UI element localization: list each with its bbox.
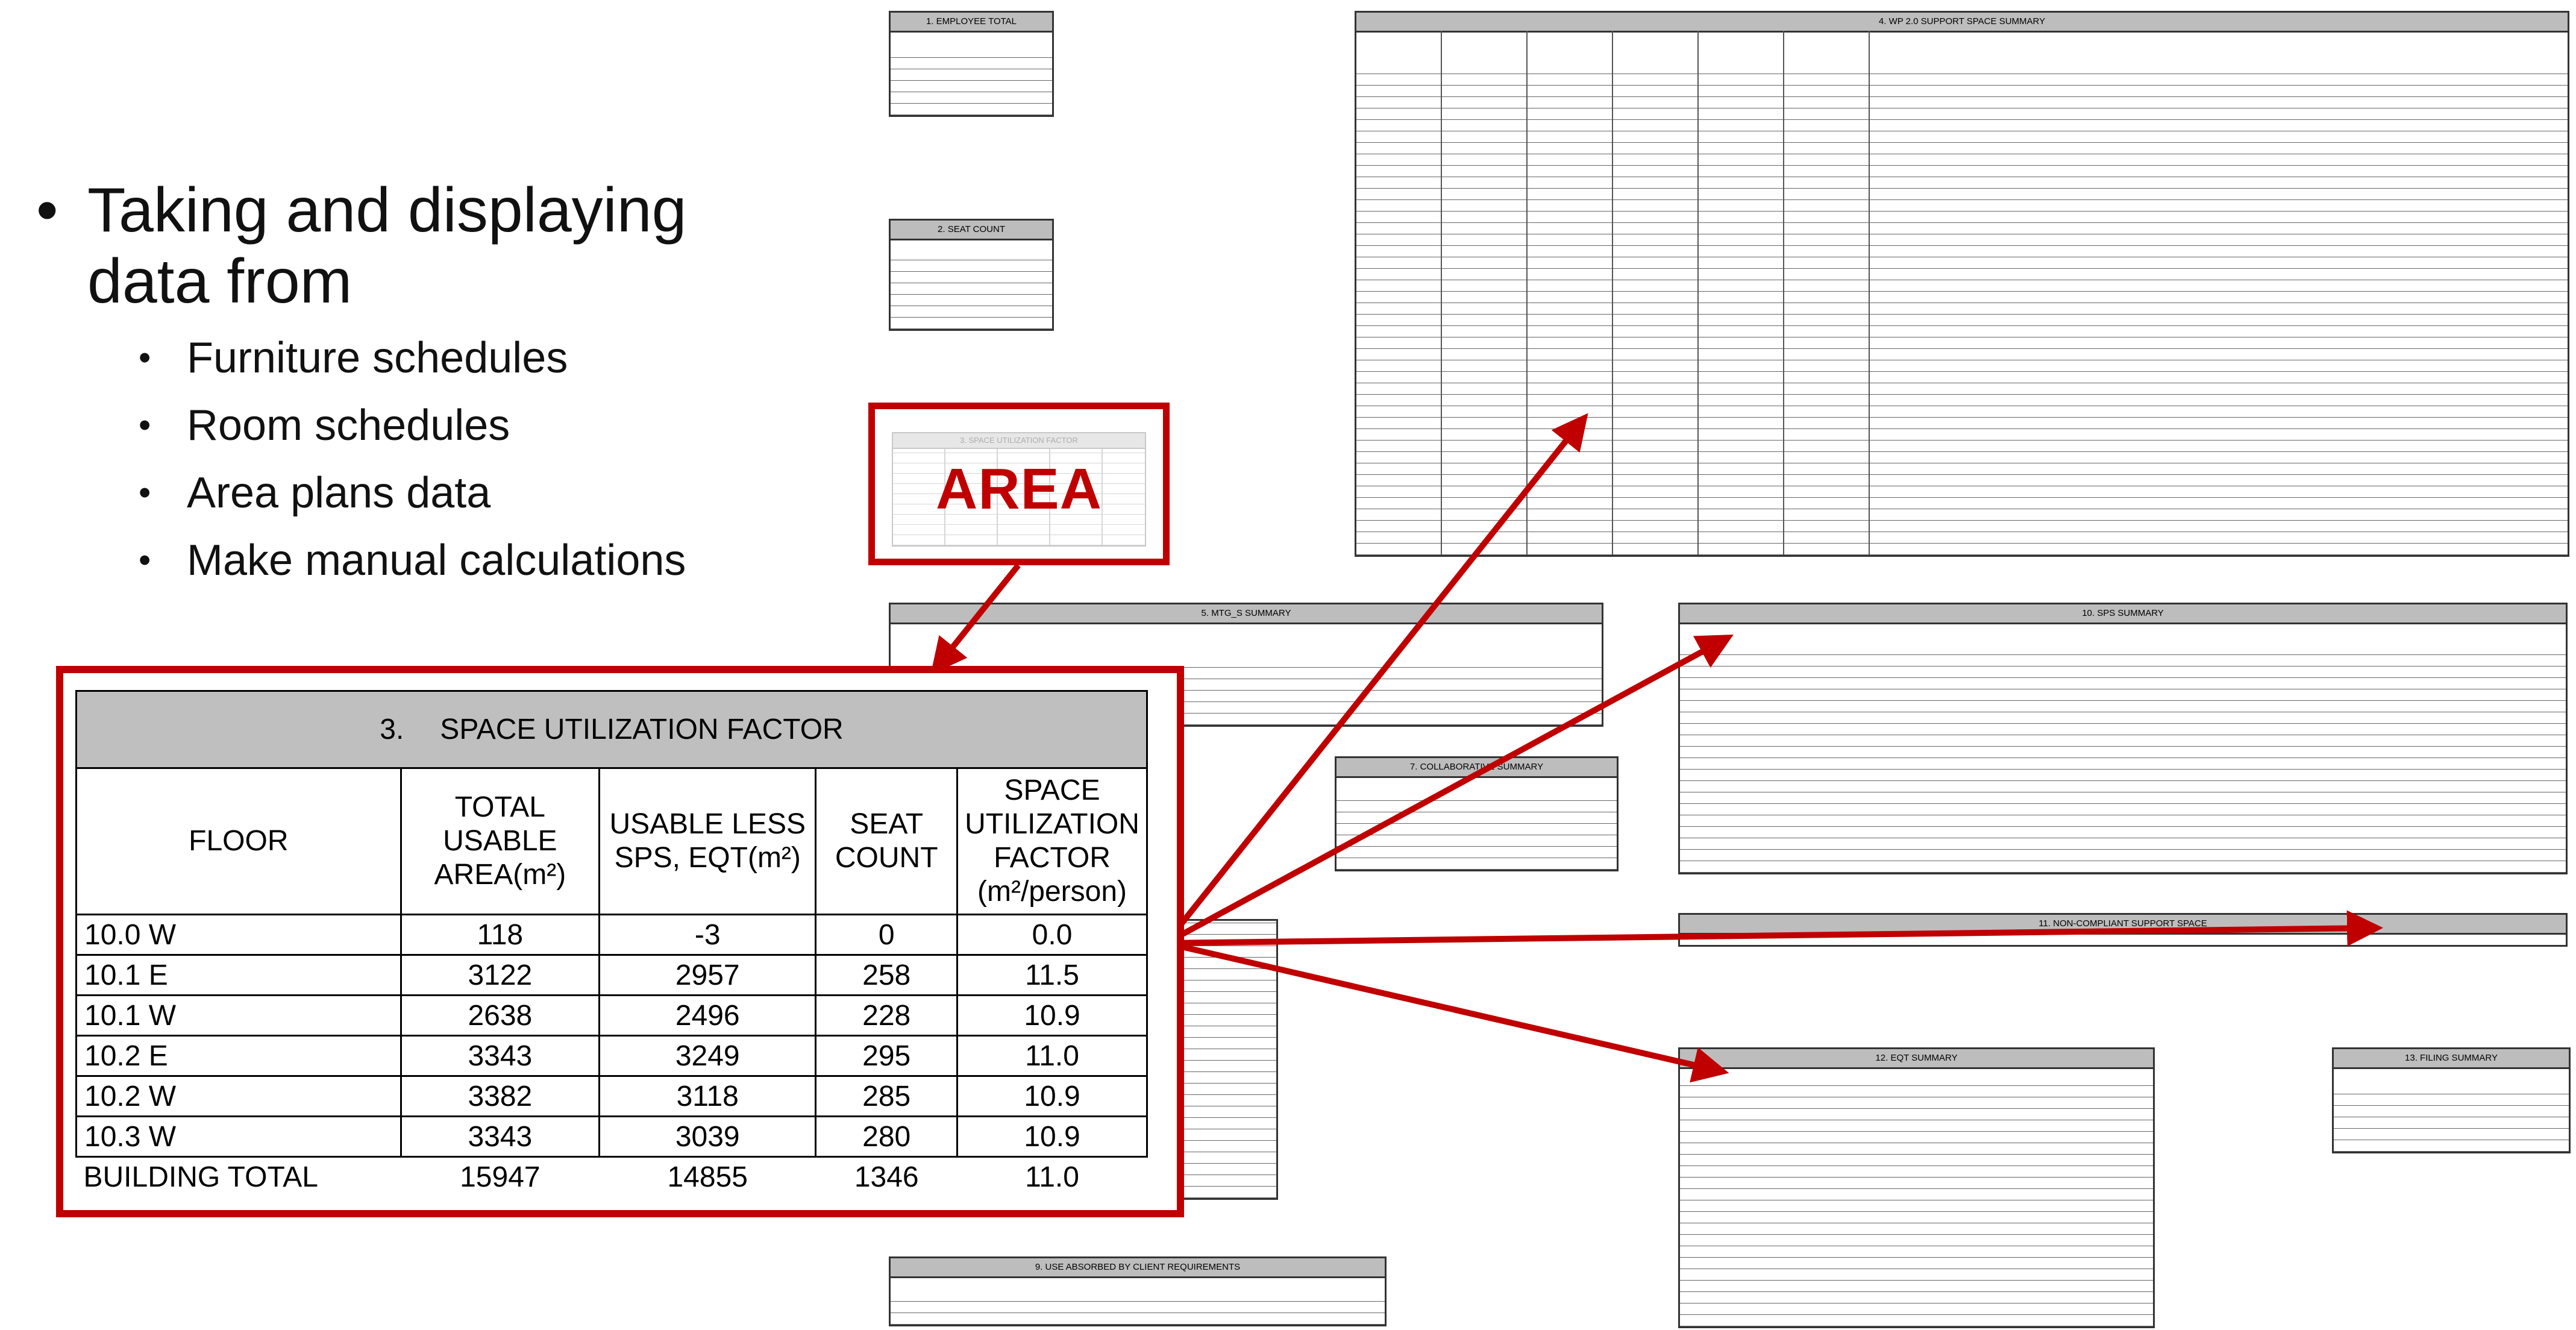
cell-floor: 10.2 E: [75, 1035, 402, 1077]
building-total-row: BUILDING TOTAL 15947 14855 1346 11.0: [77, 1157, 1147, 1197]
main-bullet-line2: data from: [87, 246, 353, 316]
use-absorbed-grid: [891, 1294, 1385, 1325]
filing-summary-title: 13. FILING SUMMARY: [2334, 1049, 2569, 1069]
eqt-summary-table: 12. EQT SUMMARY: [1678, 1047, 2155, 1328]
eqt-summary-title: 12. EQT SUMMARY: [1680, 1049, 2153, 1069]
employee-total-grid: [891, 49, 1052, 115]
mtg-summary-title: 5. MTG_S SUMMARY: [891, 604, 1602, 624]
table-title: 3. SPACE UTILIZATION FACTOR: [75, 690, 1148, 769]
cell-seat-count: 285: [815, 1075, 959, 1117]
table-title-text: SPACE UTILIZATION FACTOR: [440, 714, 844, 745]
cell-seat-count: 295: [815, 1035, 959, 1077]
sub-bullet-list: Furniture schedules Room schedules Area …: [36, 324, 747, 594]
table-row: 10.1 W 2638 2496 228 10.9: [75, 994, 1148, 1037]
space-utilization-table: 3. SPACE UTILIZATION FACTOR FLOOR TOTAL U…: [75, 690, 1148, 1196]
employee-total-table: 1. EMPLOYEE TOTAL: [889, 11, 1054, 117]
cell-factor: 11.0: [956, 1035, 1148, 1077]
total-seat-count: 1346: [854, 1161, 919, 1193]
employee-total-title: 1. EMPLOYEE TOTAL: [891, 13, 1052, 33]
area-callout: 3. SPACE UTILIZATION FACTOR AREA: [868, 403, 1170, 565]
wp-support-title: 4. WP 2.0 SUPPORT SPACE SUMMARY: [1356, 13, 2568, 33]
cell-total-usable: 118: [400, 914, 601, 956]
cell-factor: 10.9: [956, 1115, 1148, 1158]
bullet-list: Taking and displaying data from Furnitur…: [36, 175, 747, 594]
cell-factor: 10.9: [956, 994, 1148, 1037]
seat-count-title: 2. SEAT COUNT: [891, 221, 1052, 240]
cell-total-usable: 3122: [400, 954, 601, 996]
cell-factor: 10.9: [956, 1075, 1148, 1117]
eqt-summary-grid: [1680, 1085, 2153, 1326]
table-row: 10.3 W 3343 3039 280 10.9: [75, 1115, 1148, 1158]
total-usable-area: 15947: [460, 1161, 541, 1193]
collab-summary-table: 7. COLLABORATIVE SUMMARY: [1335, 756, 1619, 871]
cell-total-usable: 3382: [400, 1075, 601, 1117]
sub-bullet-manual: Make manual calculations: [36, 527, 747, 594]
cell-seat-count: 280: [815, 1115, 959, 1158]
main-bullet-line1: Taking and displaying: [87, 175, 687, 245]
cell-factor: 11.5: [956, 954, 1148, 996]
cell-floor: 10.1 W: [75, 994, 402, 1037]
cell-factor: 0.0: [956, 914, 1148, 956]
collab-summary-title: 7. COLLABORATIVE SUMMARY: [1337, 758, 1617, 778]
use-absorbed-table: 9. USE ABSORBED BY CLIENT REQUIREMENTS: [889, 1256, 1387, 1326]
table-row: 10.2 W 3382 3118 285 10.9: [75, 1075, 1148, 1117]
seat-count-table: 2. SEAT COUNT: [889, 219, 1054, 331]
table-row: 10.1 E 3122 2957 258 11.5: [75, 954, 1148, 996]
table-section-number: 3.: [380, 714, 404, 745]
sub-bullet-furniture: Furniture schedules: [36, 324, 747, 392]
column-header-total-usable: TOTAL USABLE AREA(m²): [400, 767, 601, 915]
cell-floor: 10.3 W: [75, 1115, 402, 1158]
filing-summary-table: 13. FILING SUMMARY: [2332, 1047, 2571, 1153]
cell-usable-less: 3249: [598, 1035, 817, 1077]
table-row: 10.2 E 3343 3249 295 11.0: [75, 1035, 1148, 1077]
cell-seat-count: 0: [815, 914, 959, 956]
noncompliant-table: 11. NON-COMPLIANT SUPPORT SPACE: [1678, 913, 2568, 947]
cell-usable-less: 3039: [598, 1115, 817, 1158]
main-bullet: Taking and displaying data from: [36, 175, 747, 317]
cell-usable-less: -3: [598, 914, 817, 956]
area-label: AREA: [935, 457, 1102, 521]
collab-summary-grid: [1337, 800, 1617, 870]
table-row: 10.0 W 118 -3 0 0.0: [75, 914, 1148, 956]
cell-floor: 10.0 W: [75, 914, 402, 956]
seat-count-grid: [891, 257, 1052, 329]
column-header-floor: FLOOR: [75, 767, 402, 915]
sub-bullet-area: Area plans data: [36, 459, 747, 527]
cell-total-usable: 3343: [400, 1115, 601, 1158]
cell-seat-count: 258: [815, 954, 959, 996]
cell-floor: 10.2 W: [75, 1075, 402, 1117]
sub-bullet-room: Room schedules: [36, 392, 747, 459]
total-floor-label: BUILDING TOTAL: [83, 1161, 318, 1193]
sps-summary-title: 10. SPS SUMMARY: [1680, 604, 2566, 624]
cell-usable-less: 2496: [598, 994, 817, 1037]
use-absorbed-title: 9. USE ABSORBED BY CLIENT REQUIREMENTS: [891, 1258, 1385, 1278]
filing-summary-grid: [2334, 1085, 2569, 1152]
cell-seat-count: 228: [815, 994, 959, 1037]
column-header-seat-count: SEAT COUNT: [815, 767, 959, 915]
cell-total-usable: 2638: [400, 994, 601, 1037]
wp-support-cols: [1356, 31, 1899, 555]
cell-usable-less: 3118: [598, 1075, 817, 1117]
total-usable-less: 14855: [667, 1161, 748, 1193]
noncompliant-title: 11. NON-COMPLIANT SUPPORT SPACE: [1680, 915, 2566, 935]
column-header-utilization-factor: SPACE UTILIZATION FACTOR (m²/person): [956, 767, 1148, 915]
space-utilization-callout: 3. SPACE UTILIZATION FACTOR FLOOR TOTAL U…: [56, 666, 1184, 1217]
wp-support-summary-table: 4. WP 2.0 SUPPORT SPACE SUMMARY: [1355, 11, 2569, 557]
total-factor: 11.0: [1025, 1161, 1079, 1193]
sps-summary-grid: [1680, 647, 2566, 873]
cell-total-usable: 3343: [400, 1035, 601, 1077]
cell-usable-less: 2957: [598, 954, 817, 996]
cell-floor: 10.1 E: [75, 954, 402, 996]
area-faded-title: 3. SPACE UTILIZATION FACTOR: [893, 433, 1145, 449]
sps-summary-table: 10. SPS SUMMARY: [1678, 603, 2568, 874]
column-header-usable-less: USABLE LESS SPS, EQT(m²): [598, 767, 817, 915]
